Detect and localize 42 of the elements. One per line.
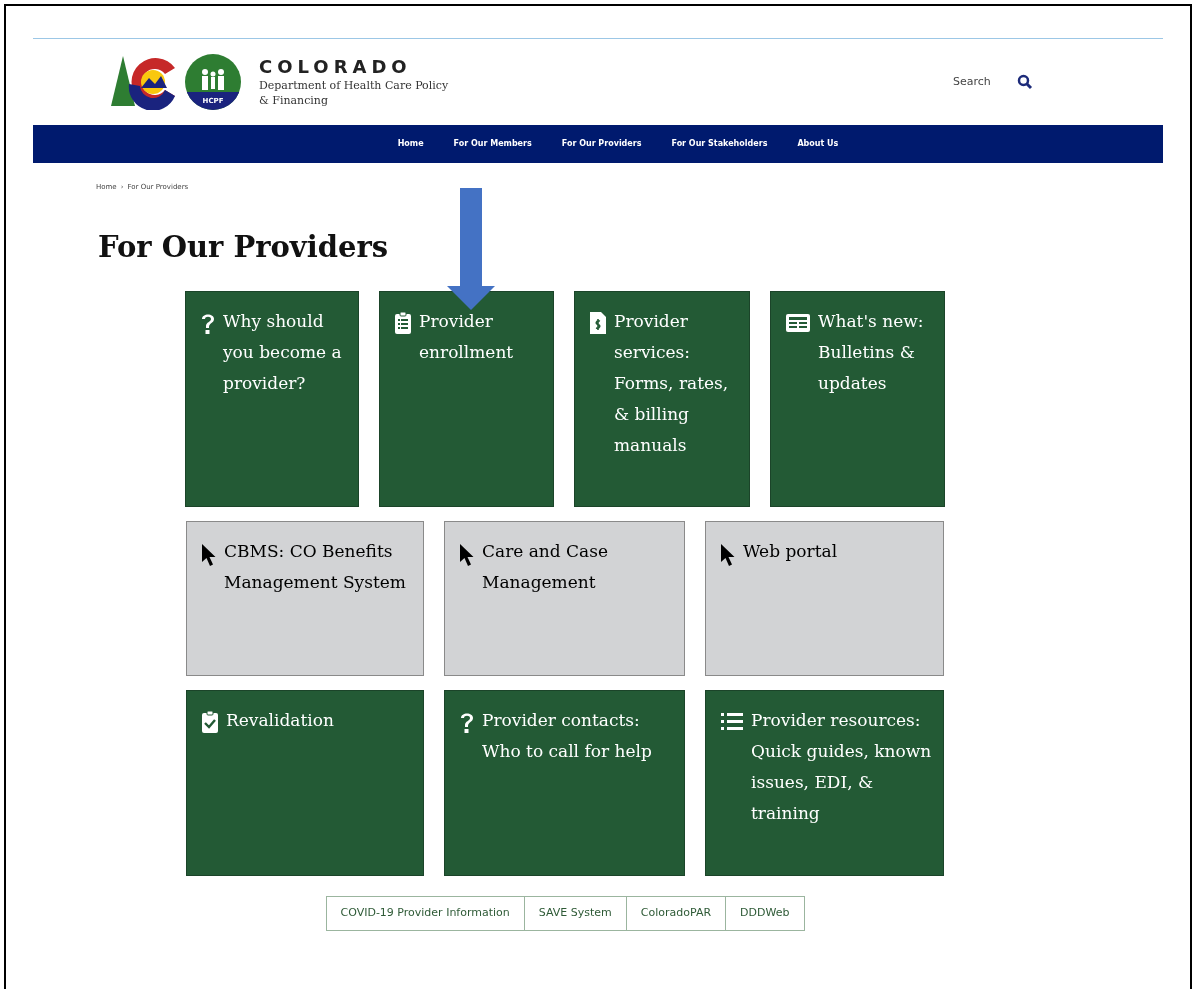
quick-link-button[interactable]: COVID-19 Provider Information xyxy=(326,896,524,930)
cursor-icon xyxy=(201,542,217,567)
nav-link[interactable]: For Our Members xyxy=(453,138,532,150)
tile-label: CBMS: CO Benefits Management System xyxy=(224,539,407,594)
list-icon xyxy=(720,711,744,732)
clipboard-check-icon xyxy=(201,709,219,734)
search-field[interactable]: Search xyxy=(951,73,1007,91)
tile-label: Revalidation xyxy=(226,708,334,732)
section-tile[interactable]: Revalidation xyxy=(186,689,424,876)
portal-tile[interactable]: CBMS: CO Benefits Management System xyxy=(186,520,424,676)
section-tile[interactable]: Provider resources: Quick guides, known issues, EDI, & training xyxy=(705,689,944,876)
nav-link[interactable]: For Our Stakeholders xyxy=(671,138,768,150)
portal-tile[interactable]: Care and Case Management xyxy=(444,520,685,676)
search-icon[interactable] xyxy=(1017,74,1033,90)
section-tile[interactable]: Provider services: Forms, rates, & billing manuals xyxy=(574,290,750,507)
clipboard-icon xyxy=(394,310,412,335)
tile-label: Provider enrollment xyxy=(419,309,515,364)
tile-label: Why should you become a provider? xyxy=(223,309,343,395)
newspaper-icon xyxy=(785,312,811,333)
site-subtitle: Department of Health Care Policy & Financing xyxy=(259,78,449,108)
dollar-document-icon xyxy=(589,310,607,335)
page-title: For Our Providers xyxy=(98,228,390,265)
section-tile[interactable]: Provider enrollment xyxy=(379,290,554,507)
section-tile[interactable]: Provider contacts: Who to call for help xyxy=(444,689,685,876)
nav-link[interactable]: For Our Providers xyxy=(561,138,642,150)
cursor-icon xyxy=(459,542,475,567)
tile-label: What's new: Bulletins & updates xyxy=(818,309,925,395)
tile-label: Provider services: Forms, rates, & billing manuals xyxy=(614,309,730,457)
portal-tile[interactable]: Web portal xyxy=(705,520,944,676)
section-tile[interactable]: Why should you become a provider? xyxy=(185,290,359,507)
section-tile[interactable]: What's new: Bulletins & updates xyxy=(770,290,945,507)
nav-link[interactable]: About Us xyxy=(797,138,839,150)
tile-label: Care and Case Management xyxy=(482,539,610,594)
tile-label: Web portal xyxy=(743,539,838,563)
nav-link[interactable]: Home xyxy=(397,138,424,150)
tile-label: Provider resources: Quick guides, known issues, EDI, & training xyxy=(751,708,933,825)
quick-link-button[interactable]: DDDWeb xyxy=(725,896,804,930)
cursor-icon xyxy=(720,542,736,567)
quick-link-button[interactable]: ColoradoPAR xyxy=(625,896,726,930)
quick-link-button[interactable]: SAVE System xyxy=(523,896,626,930)
tile-label: Provider contacts: Who to call for help xyxy=(482,708,653,763)
site-title: COLORADO xyxy=(259,56,413,78)
